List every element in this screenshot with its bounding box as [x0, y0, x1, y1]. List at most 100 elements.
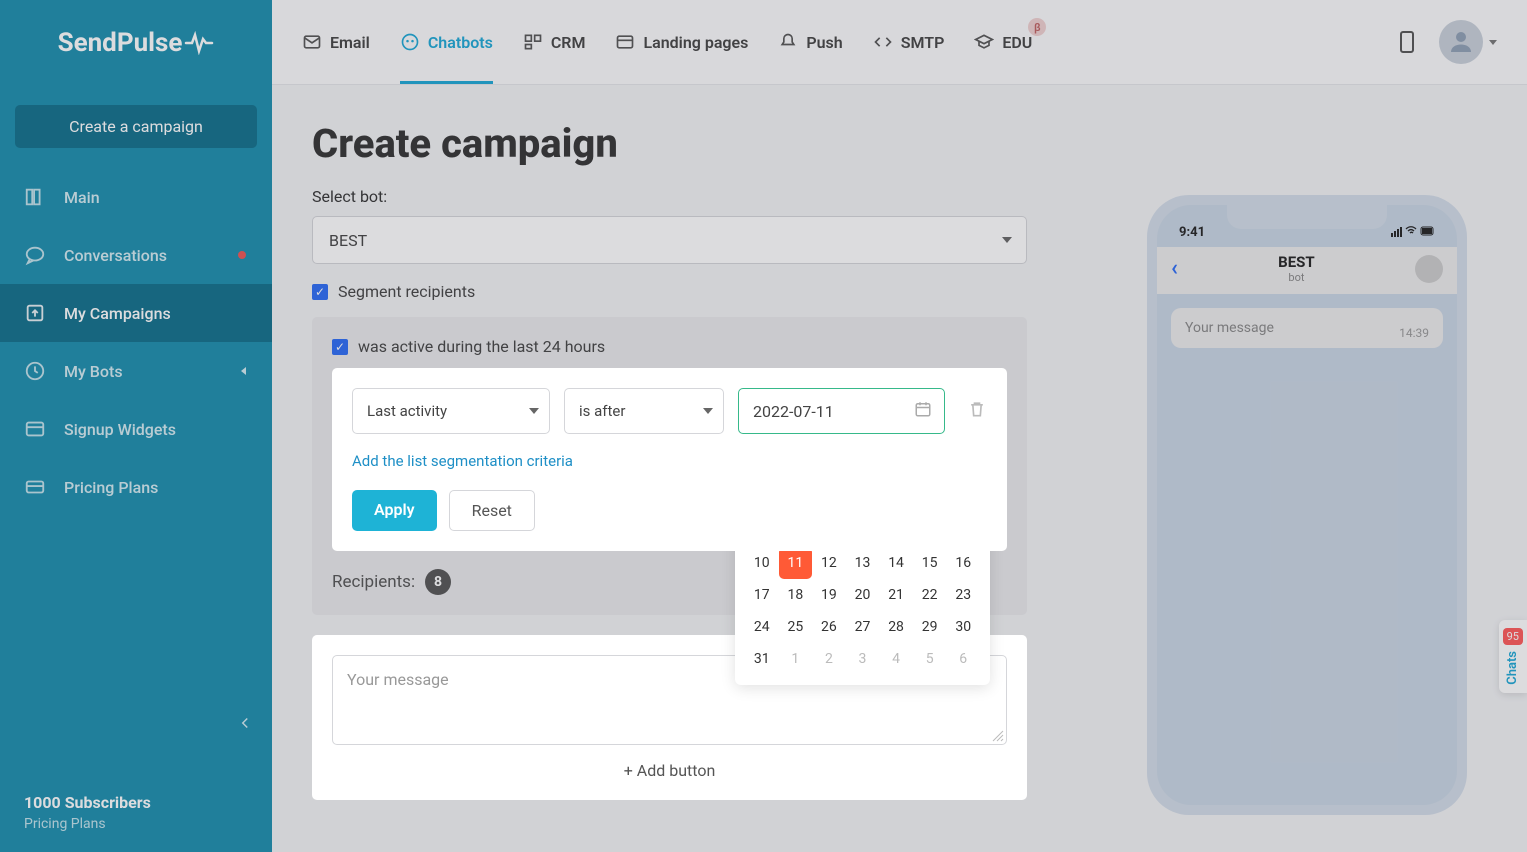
calendar-day[interactable]: 17	[745, 579, 779, 611]
nav-label: Push	[806, 33, 842, 52]
user-menu[interactable]	[1439, 20, 1497, 64]
calendar-day[interactable]: 21	[879, 579, 913, 611]
sidebar-footer: 1000 Subscribers Pricing Plans	[24, 793, 151, 832]
calendar-day[interactable]: 25	[779, 611, 813, 643]
nav-label: Chatbots	[428, 33, 493, 52]
phone-time: 9:41	[1179, 225, 1205, 241]
bot-select[interactable]: BEST	[312, 216, 1027, 264]
notification-dot	[238, 251, 246, 259]
sidebar-label: My Campaigns	[64, 304, 171, 323]
add-criteria-link[interactable]: Add the list segmentation criteria	[352, 452, 573, 470]
nav-label: EDU	[1002, 33, 1032, 52]
apply-button[interactable]: Apply	[352, 490, 437, 531]
filter-field-select[interactable]: Last activity	[352, 388, 550, 434]
brand-logo[interactable]: SendPulse	[58, 28, 215, 58]
calendar-day[interactable]: 30	[946, 611, 980, 643]
pricing-link[interactable]: Pricing Plans	[24, 816, 151, 832]
back-icon: ‹	[1171, 256, 1178, 281]
calendar-day-other[interactable]: 5	[913, 643, 947, 675]
sidebar-item-pricing[interactable]: Pricing Plans	[0, 458, 272, 516]
avatar	[1439, 20, 1483, 64]
nav-edu[interactable]: EDU β	[974, 32, 1032, 52]
bubble-text: Your message	[1185, 320, 1274, 336]
chats-label: Chats	[1505, 651, 1520, 685]
sidebar-item-main[interactable]: Main	[0, 168, 272, 226]
brand-text: SendPulse	[58, 28, 183, 58]
calendar-day[interactable]: 27	[846, 611, 880, 643]
code-icon	[873, 32, 893, 52]
calendar-day[interactable]: 19	[812, 579, 846, 611]
calendar-day-other[interactable]: 6	[946, 643, 980, 675]
columns-icon	[24, 186, 46, 208]
recipients-label: Recipients:	[332, 572, 415, 592]
filter-op-select[interactable]: is after	[564, 388, 724, 434]
sidebar-item-conversations[interactable]: Conversations	[0, 226, 272, 284]
calendar-day[interactable]: 20	[846, 579, 880, 611]
calendar-day[interactable]: 12	[812, 547, 846, 579]
segment-label: Segment recipients	[338, 282, 475, 301]
calendar-day[interactable]: 15	[913, 547, 947, 579]
calendar-day[interactable]: 11	[779, 547, 813, 579]
calendar-day[interactable]: 10	[745, 547, 779, 579]
phone-subtitle: bot	[1278, 271, 1315, 284]
calendar-day[interactable]: 13	[846, 547, 880, 579]
landing-icon	[615, 32, 635, 52]
signal-icons	[1391, 225, 1435, 241]
phone-header: ‹ BEST bot	[1157, 247, 1457, 294]
bubble-time: 14:39	[1399, 326, 1429, 340]
calendar-day[interactable]: 29	[913, 611, 947, 643]
calendar-day[interactable]: 18	[779, 579, 813, 611]
active-24h-row: was active during the last 24 hours	[332, 337, 1007, 356]
top-nav: Email Chatbots CRM Landing pages Push SM…	[272, 0, 1527, 85]
calendar-day[interactable]: 24	[745, 611, 779, 643]
chatbot-icon	[400, 32, 420, 52]
reset-button[interactable]: Reset	[449, 490, 535, 531]
nav-crm[interactable]: CRM	[523, 32, 586, 52]
nav-landing[interactable]: Landing pages	[615, 32, 748, 52]
date-input[interactable]: 2022-07-11	[738, 388, 945, 434]
add-button-link[interactable]: + Add button	[332, 761, 1007, 780]
active-24h-label: was active during the last 24 hours	[358, 337, 605, 356]
email-icon	[302, 32, 322, 52]
sidebar-item-widgets[interactable]: Signup Widgets	[0, 400, 272, 458]
sidebar-item-campaigns[interactable]: My Campaigns	[0, 284, 272, 342]
date-value: 2022-07-11	[753, 402, 834, 421]
upload-icon	[24, 302, 46, 324]
window-icon	[24, 418, 46, 440]
calendar-day[interactable]: 22	[913, 579, 947, 611]
calendar-day-other[interactable]: 3	[846, 643, 880, 675]
calendar-icon	[914, 400, 932, 422]
calendar-day[interactable]: 23	[946, 579, 980, 611]
calendar-day-other[interactable]: 2	[812, 643, 846, 675]
clock-icon	[24, 360, 46, 382]
calendar-day[interactable]: 28	[879, 611, 913, 643]
nav-push[interactable]: Push	[778, 32, 842, 52]
filter-card: Last activity is after 2022-07-11 Ad	[332, 368, 1007, 551]
delete-filter-icon[interactable]	[967, 399, 987, 423]
create-campaign-button[interactable]: Create a campaign	[15, 105, 257, 148]
filter-field-value: Last activity	[367, 402, 447, 420]
selected-bot-value: BEST	[329, 231, 367, 250]
nav-chatbots[interactable]: Chatbots	[400, 32, 493, 52]
calendar-day[interactable]: 14	[879, 547, 913, 579]
calendar-day[interactable]: 31	[745, 643, 779, 675]
sidebar: Create a campaign Main Conversations My …	[0, 85, 272, 852]
calendar-day-other[interactable]: 1	[779, 643, 813, 675]
nav-label: Landing pages	[643, 33, 748, 52]
nav-smtp[interactable]: SMTP	[873, 32, 945, 52]
nav-email[interactable]: Email	[302, 32, 370, 52]
filter-op-value: is after	[579, 402, 625, 420]
recipients-count: 8	[425, 569, 451, 595]
chats-widget[interactable]: 95 Chats	[1499, 620, 1527, 693]
card-icon	[24, 476, 46, 498]
calendar-day[interactable]: 16	[946, 547, 980, 579]
calendar-day-other[interactable]: 4	[879, 643, 913, 675]
phone-avatar	[1415, 255, 1443, 283]
active-24h-checkbox[interactable]	[332, 339, 348, 355]
nav-label: CRM	[551, 33, 586, 52]
calendar-day[interactable]: 26	[812, 611, 846, 643]
collapse-sidebar[interactable]	[236, 714, 254, 732]
mobile-icon[interactable]	[1400, 31, 1414, 53]
sidebar-item-bots[interactable]: My Bots	[0, 342, 272, 400]
segment-checkbox[interactable]	[312, 284, 328, 300]
